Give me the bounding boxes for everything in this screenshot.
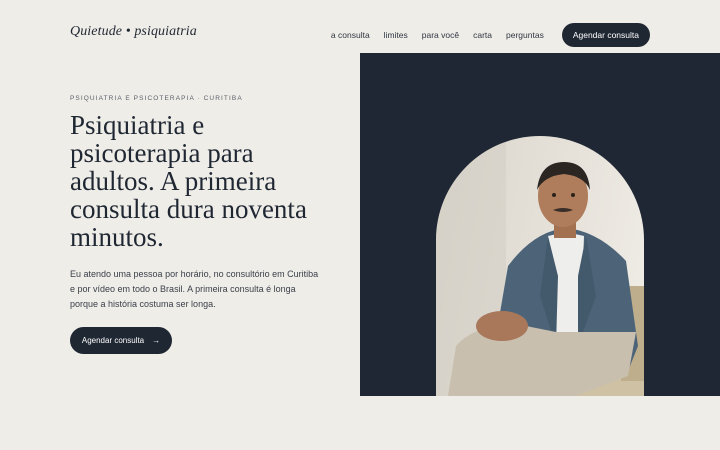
- hero-schedule-button[interactable]: Agendar consulta →: [70, 327, 172, 354]
- hero-eyebrow: PSIQUIATRIA E PSICOTERAPIA · CURITIBA: [70, 95, 243, 102]
- nav-schedule-button[interactable]: Agendar consulta: [561, 23, 650, 47]
- hero-headline: Psiquiatria e psicoterapia para adultos.…: [70, 110, 307, 252]
- nav-link-carta[interactable]: carta: [473, 30, 492, 40]
- arrow-right-icon: →: [152, 336, 161, 345]
- main-nav: a consulta limites para você carta pergu…: [331, 23, 650, 47]
- hero-schedule-label: Agendar consulta: [81, 336, 145, 345]
- nav-link-perguntas[interactable]: perguntas: [506, 30, 544, 40]
- brand-logo[interactable]: Quietude • psiquiatria: [70, 24, 197, 40]
- portrait-illustration: [436, 136, 644, 396]
- nav-link-a-consulta[interactable]: a consulta: [331, 30, 370, 40]
- eye-right: [571, 193, 575, 197]
- clasped-hands: [476, 311, 528, 341]
- nav-link-limites[interactable]: limites: [384, 30, 408, 40]
- hero-lede: Eu atendo uma pessoa por horário, no con…: [70, 269, 319, 309]
- portrait-photo: [436, 136, 644, 396]
- eye-left: [552, 193, 556, 197]
- nav-link-para-voce[interactable]: para você: [422, 30, 459, 40]
